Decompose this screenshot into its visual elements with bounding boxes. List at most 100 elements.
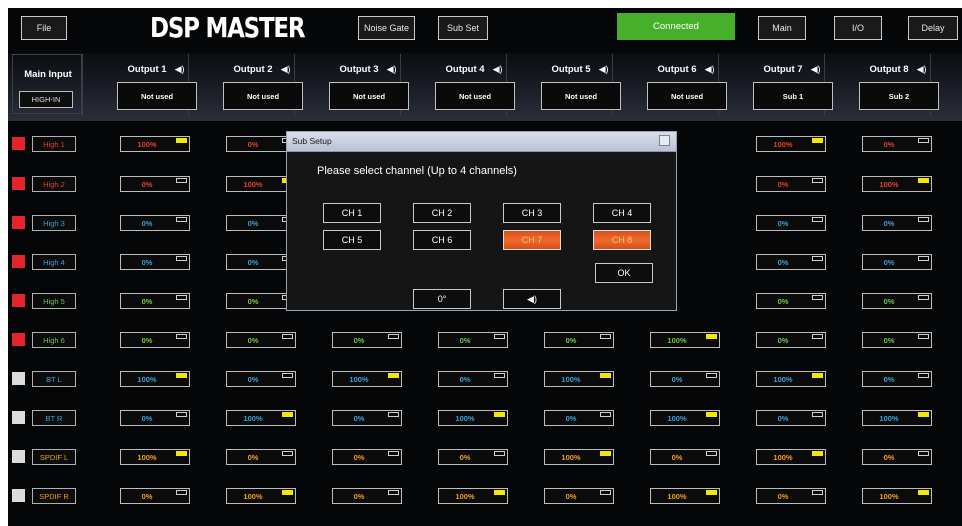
route-toggle[interactable] <box>812 178 823 183</box>
input-label[interactable]: SPDIF L <box>32 449 76 465</box>
route-toggle[interactable] <box>388 490 399 495</box>
routing-cell[interactable]: 100% <box>862 410 932 426</box>
output-7-assignment[interactable]: Sub 1 <box>753 82 833 110</box>
route-toggle[interactable] <box>176 451 187 456</box>
routing-cell[interactable]: 0% <box>120 410 190 426</box>
input-label[interactable]: High 5 <box>32 293 76 309</box>
routing-cell[interactable]: 0% <box>332 488 402 504</box>
routing-cell[interactable]: 100% <box>862 488 932 504</box>
route-toggle[interactable] <box>494 334 505 339</box>
close-icon[interactable] <box>659 135 670 146</box>
channel-button-7[interactable]: CH 7 <box>503 230 561 250</box>
routing-cell[interactable]: 0% <box>120 254 190 270</box>
routing-cell[interactable]: 0% <box>544 410 614 426</box>
route-toggle[interactable] <box>918 412 929 417</box>
ok-button[interactable]: OK <box>595 263 653 283</box>
channel-button-3[interactable]: CH 3 <box>503 203 561 223</box>
routing-cell[interactable]: 0% <box>544 488 614 504</box>
route-toggle[interactable] <box>282 373 293 378</box>
speaker-icon[interactable]: ◀) <box>387 64 397 74</box>
route-toggle[interactable] <box>918 373 929 378</box>
route-toggle[interactable] <box>812 295 823 300</box>
routing-cell[interactable]: 0% <box>226 371 296 387</box>
route-toggle[interactable] <box>282 451 293 456</box>
route-toggle[interactable] <box>706 451 717 456</box>
route-toggle[interactable] <box>176 490 187 495</box>
speaker-icon[interactable]: ◀) <box>281 64 291 74</box>
route-toggle[interactable] <box>600 451 611 456</box>
route-toggle[interactable] <box>388 334 399 339</box>
input-label[interactable]: BT R <box>32 410 76 426</box>
route-toggle[interactable] <box>812 217 823 222</box>
route-toggle[interactable] <box>494 373 505 378</box>
routing-cell[interactable]: 100% <box>756 136 826 152</box>
channel-button-2[interactable]: CH 2 <box>413 203 471 223</box>
routing-cell[interactable]: 100% <box>544 449 614 465</box>
channel-button-1[interactable]: CH 1 <box>323 203 381 223</box>
phase-button[interactable]: 0° <box>413 289 471 309</box>
route-toggle[interactable] <box>918 451 929 456</box>
speaker-icon[interactable]: ◀) <box>493 64 503 74</box>
delay-button[interactable]: Delay <box>908 16 958 40</box>
routing-cell[interactable]: 100% <box>544 371 614 387</box>
routing-cell[interactable]: 100% <box>650 488 720 504</box>
route-toggle[interactable] <box>812 256 823 261</box>
input-label[interactable]: High 4 <box>32 254 76 270</box>
route-toggle[interactable] <box>176 217 187 222</box>
route-toggle[interactable] <box>918 256 929 261</box>
routing-cell[interactable]: 0% <box>650 449 720 465</box>
route-toggle[interactable] <box>600 334 611 339</box>
mute-button[interactable]: ◀) <box>503 289 561 309</box>
routing-cell[interactable]: 0% <box>862 254 932 270</box>
routing-cell[interactable]: 0% <box>756 332 826 348</box>
routing-cell[interactable]: 0% <box>862 215 932 231</box>
route-toggle[interactable] <box>176 373 187 378</box>
speaker-icon[interactable]: ◀) <box>705 64 715 74</box>
routing-cell[interactable]: 0% <box>862 449 932 465</box>
input-label[interactable]: High 1 <box>32 136 76 152</box>
routing-cell[interactable]: 0% <box>862 293 932 309</box>
routing-cell[interactable]: 100% <box>120 371 190 387</box>
route-toggle[interactable] <box>812 373 823 378</box>
output-1-assignment[interactable]: Not used <box>117 82 197 110</box>
file-button[interactable]: File <box>21 16 67 40</box>
route-toggle[interactable] <box>600 412 611 417</box>
main-button[interactable]: Main <box>758 16 806 40</box>
routing-cell[interactable]: 0% <box>332 332 402 348</box>
dialog-titlebar[interactable]: Sub Setup <box>287 132 676 152</box>
route-toggle[interactable] <box>388 451 399 456</box>
input-label[interactable]: High 6 <box>32 332 76 348</box>
routing-cell[interactable]: 0% <box>120 176 190 192</box>
route-toggle[interactable] <box>812 138 823 143</box>
routing-cell[interactable]: 0% <box>438 371 508 387</box>
routing-cell[interactable]: 0% <box>756 410 826 426</box>
output-8-assignment[interactable]: Sub 2 <box>859 82 939 110</box>
route-toggle[interactable] <box>918 138 929 143</box>
routing-cell[interactable]: 0% <box>756 254 826 270</box>
route-toggle[interactable] <box>176 138 187 143</box>
route-toggle[interactable] <box>388 373 399 378</box>
route-toggle[interactable] <box>812 451 823 456</box>
route-toggle[interactable] <box>918 217 929 222</box>
routing-cell[interactable]: 100% <box>226 410 296 426</box>
speaker-icon[interactable]: ◀) <box>599 64 609 74</box>
route-toggle[interactable] <box>494 412 505 417</box>
route-toggle[interactable] <box>494 490 505 495</box>
route-toggle[interactable] <box>918 334 929 339</box>
speaker-icon[interactable]: ◀) <box>917 64 927 74</box>
route-toggle[interactable] <box>176 178 187 183</box>
routing-cell[interactable]: 0% <box>862 136 932 152</box>
routing-cell[interactable]: 0% <box>438 332 508 348</box>
routing-cell[interactable]: 0% <box>862 332 932 348</box>
input-label[interactable]: High 3 <box>32 215 76 231</box>
speaker-icon[interactable]: ◀) <box>175 64 185 74</box>
route-toggle[interactable] <box>918 295 929 300</box>
channel-button-8[interactable]: CH 8 <box>593 230 651 250</box>
output-4-assignment[interactable]: Not used <box>435 82 515 110</box>
route-toggle[interactable] <box>812 412 823 417</box>
route-toggle[interactable] <box>706 334 717 339</box>
routing-cell[interactable]: 0% <box>862 371 932 387</box>
routing-cell[interactable]: 0% <box>120 293 190 309</box>
routing-cell[interactable]: 0% <box>438 449 508 465</box>
route-toggle[interactable] <box>388 412 399 417</box>
